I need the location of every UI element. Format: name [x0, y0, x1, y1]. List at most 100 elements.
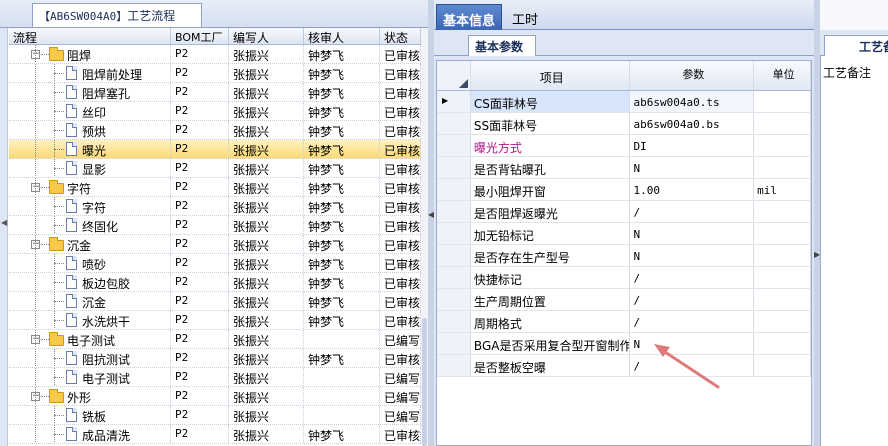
row-indicator[interactable]	[437, 135, 471, 156]
row-indicator[interactable]	[437, 333, 471, 354]
writer-cell[interactable]: 张振兴	[229, 273, 304, 291]
param-value[interactable]: /	[630, 267, 755, 288]
status-cell[interactable]: 已审核	[380, 235, 421, 253]
row-indicator[interactable]	[437, 179, 471, 200]
tree-cell[interactable]: 阻焊塞孔	[9, 83, 171, 101]
status-cell[interactable]: 已审核	[380, 64, 421, 82]
header-flow[interactable]: 流程	[9, 28, 171, 44]
param-row[interactable]: 快捷标记 /	[437, 267, 811, 289]
row-indicator[interactable]	[437, 201, 471, 222]
param-unit[interactable]	[754, 311, 811, 332]
param-value[interactable]: ab6sw004a0.bs	[630, 113, 755, 134]
tree-row[interactable]: 沉金 P2 张振兴 钟梦飞 已审核	[9, 292, 421, 311]
param-unit[interactable]	[754, 223, 811, 244]
status-cell[interactable]: 已审核	[380, 216, 421, 234]
status-cell[interactable]: 已编写	[380, 330, 421, 348]
bom-cell[interactable]: P2	[171, 159, 229, 177]
status-cell[interactable]: 已审核	[380, 159, 421, 177]
status-cell[interactable]: 已审核	[380, 311, 421, 329]
bom-cell[interactable]: P2	[171, 140, 229, 158]
tree-row[interactable]: 水洗烘干 P2 张振兴 钟梦飞 已审核	[9, 311, 421, 330]
reviewer-cell[interactable]	[304, 406, 380, 424]
tree-row[interactable]: 阻抗测试 P2 张振兴 钟梦飞 已审核	[9, 349, 421, 368]
status-cell[interactable]: 已编写	[380, 406, 421, 424]
param-unit[interactable]	[754, 135, 811, 156]
tree-cell[interactable]: 曝光	[9, 140, 171, 158]
bom-cell[interactable]: P2	[171, 64, 229, 82]
param-value[interactable]: /	[630, 289, 755, 310]
bom-cell[interactable]: P2	[171, 45, 229, 63]
tree-cell[interactable]: − 沉金	[9, 235, 171, 253]
status-cell[interactable]: 已编写	[380, 368, 421, 386]
writer-cell[interactable]: 张振兴	[229, 45, 304, 63]
param-unit[interactable]	[754, 157, 811, 178]
tree-cell[interactable]: − 字符	[9, 178, 171, 196]
tree-cell[interactable]: − 电子测试	[9, 330, 171, 348]
writer-cell[interactable]: 张振兴	[229, 83, 304, 101]
tree-row[interactable]: 成品清洗 P2 张振兴 钟梦飞 已审核	[9, 425, 421, 444]
tab-basic-info[interactable]: 基本信息	[436, 4, 503, 30]
reviewer-cell[interactable]: 钟梦飞	[304, 178, 380, 196]
bom-cell[interactable]: P2	[171, 254, 229, 272]
tree-row[interactable]: 丝印 P2 张振兴 钟梦飞 已审核	[9, 102, 421, 121]
bom-cell[interactable]: P2	[171, 387, 229, 405]
param-value[interactable]: 1.00	[630, 179, 755, 200]
writer-cell[interactable]: 张振兴	[229, 102, 304, 120]
param-value[interactable]: /	[630, 311, 755, 332]
writer-cell[interactable]: 张振兴	[229, 121, 304, 139]
reviewer-cell[interactable]: 钟梦飞	[304, 216, 380, 234]
writer-cell[interactable]: 张振兴	[229, 178, 304, 196]
status-cell[interactable]: 已编写	[380, 387, 421, 405]
param-unit[interactable]: mil	[754, 179, 811, 200]
bom-cell[interactable]: P2	[171, 216, 229, 234]
param-row[interactable]: 是否背钻曝孔 N	[437, 157, 811, 179]
param-unit[interactable]	[754, 267, 811, 288]
writer-cell[interactable]: 张振兴	[229, 292, 304, 310]
writer-cell[interactable]: 张振兴	[229, 311, 304, 329]
writer-cell[interactable]: 张振兴	[229, 140, 304, 158]
param-value[interactable]: N	[630, 157, 755, 178]
tree-row[interactable]: 阻焊前处理 P2 张振兴 钟梦飞 已审核	[9, 64, 421, 83]
tree-row[interactable]: − 字符 P2 张振兴 钟梦飞 已审核	[9, 178, 421, 197]
writer-cell[interactable]: 张振兴	[229, 330, 304, 348]
row-indicator[interactable]	[437, 289, 471, 310]
row-indicator[interactable]	[437, 311, 471, 332]
writer-cell[interactable]: 张振兴	[229, 387, 304, 405]
row-indicator[interactable]: ▶	[437, 91, 471, 112]
param-row[interactable]: 生产周期位置 /	[437, 289, 811, 311]
header-bom[interactable]: BOM工厂	[171, 28, 229, 44]
writer-cell[interactable]: 张振兴	[229, 216, 304, 234]
param-value[interactable]: N	[630, 333, 755, 354]
param-row[interactable]: 最小阻焊开窗 1.00 mil	[437, 179, 811, 201]
status-cell[interactable]: 已审核	[380, 197, 421, 215]
reviewer-cell[interactable]	[304, 387, 380, 405]
reviewer-cell[interactable]: 钟梦飞	[304, 349, 380, 367]
header-reviewer[interactable]: 核审人	[304, 28, 380, 44]
param-row[interactable]: ▶ CS面菲林号 ab6sw004a0.ts	[437, 91, 811, 113]
tree-row[interactable]: 预烘 P2 张振兴 钟梦飞 已审核	[9, 121, 421, 140]
row-indicator[interactable]	[437, 267, 471, 288]
tree-cell[interactable]: − 阻焊	[9, 45, 171, 63]
status-cell[interactable]: 已审核	[380, 140, 421, 158]
row-indicator[interactable]	[437, 157, 471, 178]
status-cell[interactable]: 已审核	[380, 273, 421, 291]
left-collapse-bar[interactable]: ◀	[0, 28, 8, 446]
param-unit[interactable]	[754, 289, 811, 310]
tree-cell[interactable]: 字符	[9, 197, 171, 215]
header-param[interactable]: 参数	[630, 61, 755, 90]
bom-cell[interactable]: P2	[171, 406, 229, 424]
param-unit[interactable]	[754, 245, 811, 266]
tree-row[interactable]: 铣板 P2 张振兴 已编写	[9, 406, 421, 425]
tree-row[interactable]: − 沉金 P2 张振兴 钟梦飞 已审核	[9, 235, 421, 254]
param-unit[interactable]	[754, 355, 811, 376]
tree-row[interactable]: 字符 P2 张振兴 钟梦飞 已审核	[9, 197, 421, 216]
param-row[interactable]: BGA是否采用复合型开窗制作 N	[437, 333, 811, 355]
row-indicator[interactable]	[437, 223, 471, 244]
tree-cell[interactable]: 阻焊前处理	[9, 64, 171, 82]
reviewer-cell[interactable]: 钟梦飞	[304, 64, 380, 82]
bom-cell[interactable]: P2	[171, 121, 229, 139]
writer-cell[interactable]: 张振兴	[229, 235, 304, 253]
reviewer-cell[interactable]: 钟梦飞	[304, 311, 380, 329]
tree-cell[interactable]: 沉金	[9, 292, 171, 310]
tree-cell[interactable]: 成品清洗	[9, 425, 171, 443]
